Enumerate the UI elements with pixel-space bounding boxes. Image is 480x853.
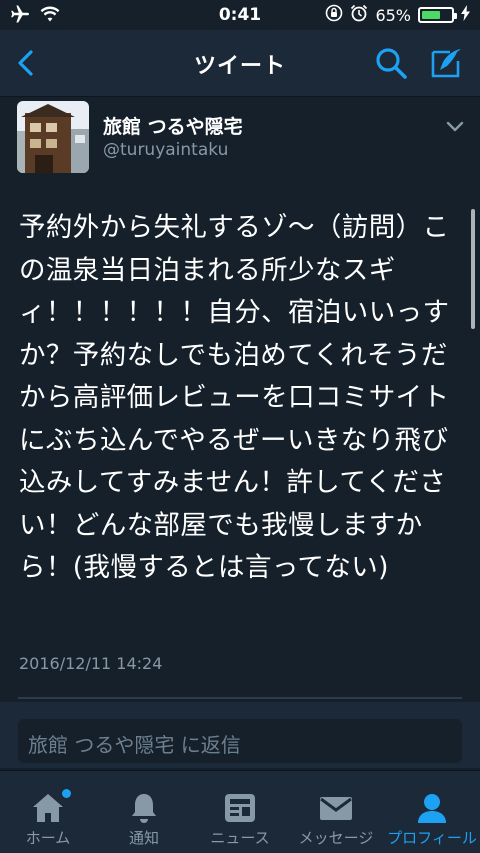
tab-messages[interactable]: メッセージ xyxy=(288,771,384,853)
battery-icon xyxy=(418,7,457,23)
tab-label: ニュース xyxy=(210,829,270,847)
status-bar: 0:41 65% xyxy=(0,0,480,30)
tweet-menu-button[interactable] xyxy=(444,117,466,137)
tab-news[interactable]: ニュース xyxy=(192,771,288,853)
tab-notifications[interactable]: 通知 xyxy=(96,771,192,853)
battery-percent: 65% xyxy=(375,5,411,25)
compose-tweet-button[interactable] xyxy=(428,44,466,82)
notification-dot xyxy=(62,789,71,798)
author-name[interactable]: 旅館 つるや隠宅 xyxy=(103,112,243,139)
divider xyxy=(18,697,462,699)
reply-placeholder: 旅館 つるや隠宅 に返信 xyxy=(28,733,241,757)
alarm-icon xyxy=(350,4,368,26)
author-handle[interactable]: @turuyaintaku xyxy=(103,140,228,160)
orientation-lock-icon xyxy=(325,4,343,26)
reply-bar: 旅館 つるや隠宅 に返信 xyxy=(0,702,480,768)
search-button[interactable] xyxy=(372,44,410,82)
home-icon xyxy=(33,794,63,822)
tab-bar: ホーム 通知 ニュース メッセージ プロフィール xyxy=(0,770,480,853)
tab-label: 通知 xyxy=(128,829,159,847)
news-icon xyxy=(225,794,255,822)
nav-bar: ツイート xyxy=(0,30,480,97)
bell-icon xyxy=(132,794,156,823)
compose-icon xyxy=(431,49,461,78)
mail-icon xyxy=(320,797,352,820)
profile-icon xyxy=(418,794,446,823)
tab-label: メッセージ xyxy=(298,829,374,847)
tab-home[interactable]: ホーム xyxy=(0,771,96,853)
avatar[interactable] xyxy=(17,101,89,173)
tab-profile[interactable]: プロフィール xyxy=(384,771,480,853)
tweet-detail: 旅館 つるや隠宅 @turuyaintaku 予約外から失礼するゾ～（訪問）この… xyxy=(0,97,480,697)
tweet-timestamp: 2016/12/11 14:24 xyxy=(19,654,163,673)
search-icon xyxy=(376,48,407,79)
scrollbar[interactable] xyxy=(471,209,475,329)
reply-input[interactable]: 旅館 つるや隠宅 に返信 xyxy=(18,719,462,763)
tab-label: プロフィール xyxy=(387,829,477,847)
chevron-down-icon xyxy=(446,121,464,132)
tweet-text: 予約外から失礼するゾ～（訪問）この温泉当日泊まれる所少なスギィ！！！！！！自分、… xyxy=(19,212,450,583)
charging-icon xyxy=(461,5,470,25)
tab-label: ホーム xyxy=(25,829,71,847)
